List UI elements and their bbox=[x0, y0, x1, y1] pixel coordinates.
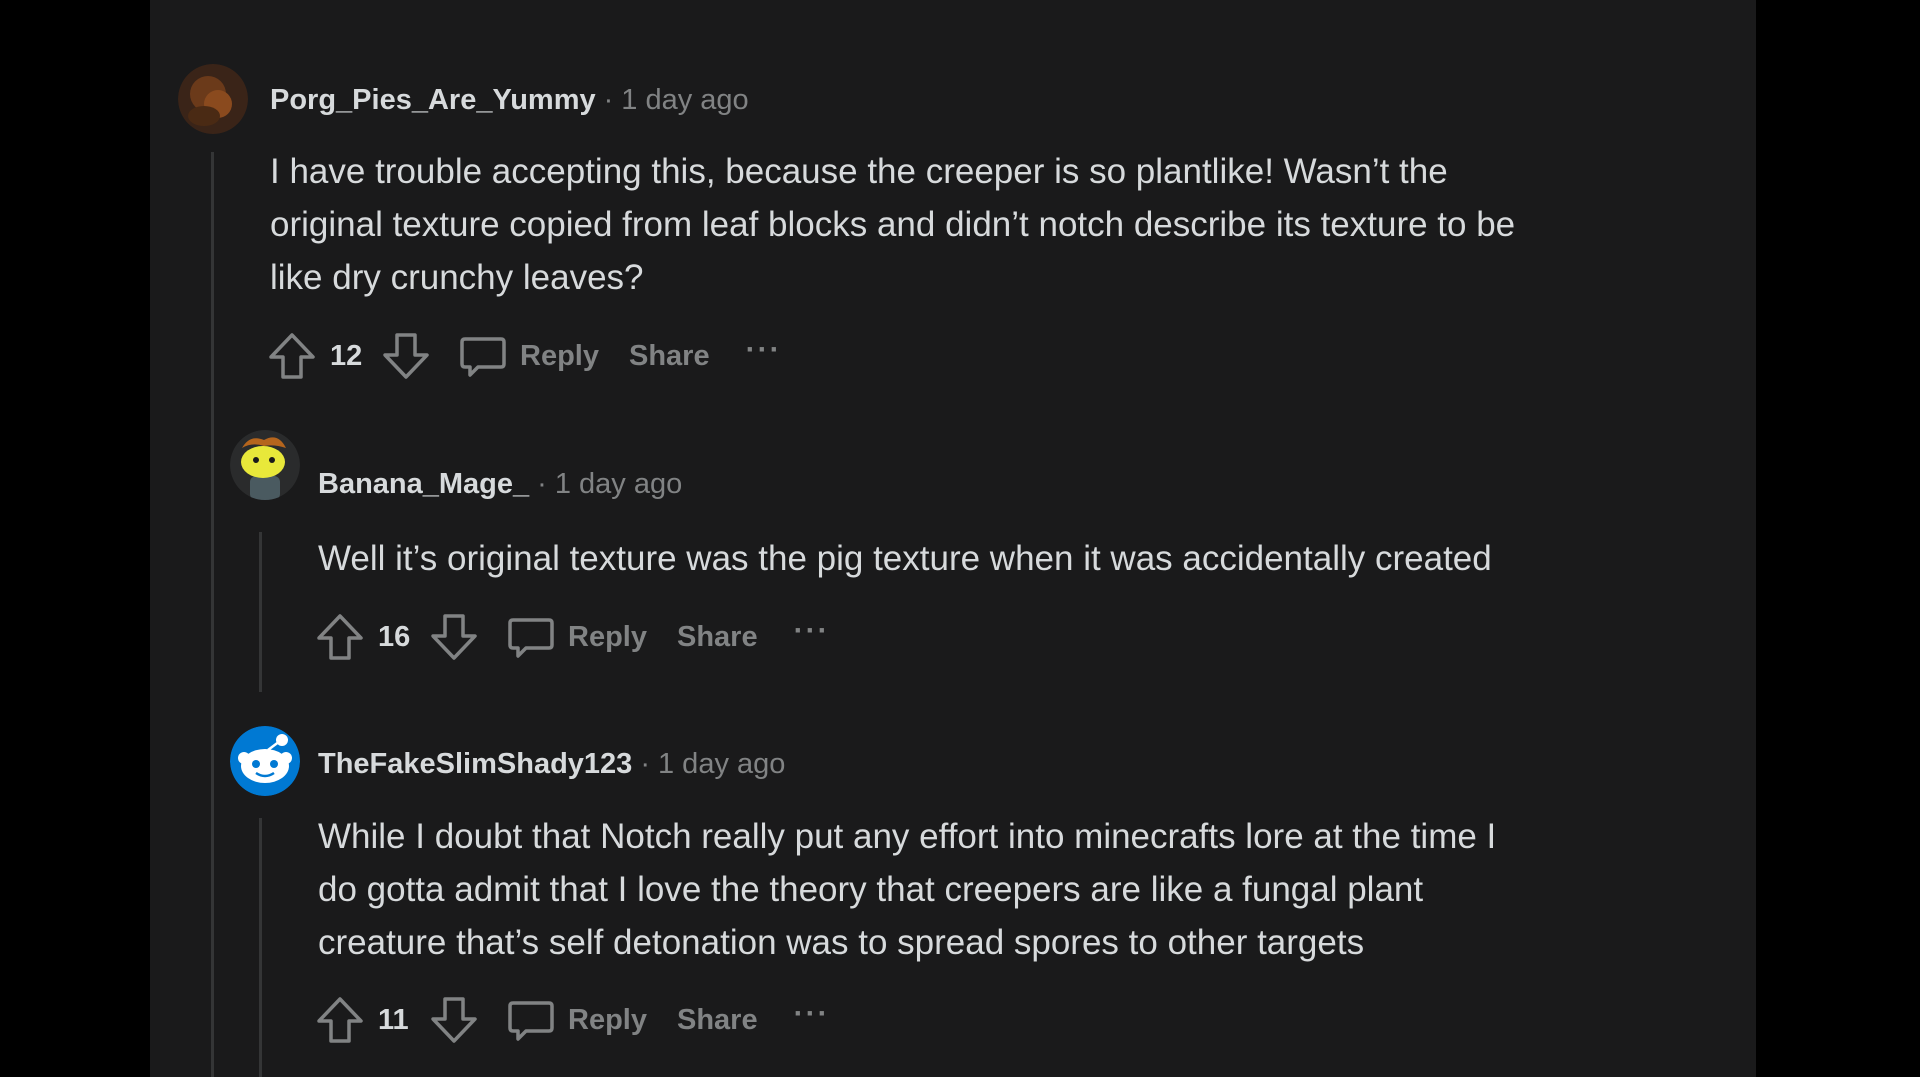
thread-line[interactable] bbox=[259, 818, 262, 1077]
comments-panel: Porg_Pies_Are_Yummy · 1 day ago I have tro… bbox=[150, 0, 1756, 1077]
avatar[interactable] bbox=[230, 726, 300, 796]
comment-slimshady: TheFakeSlimShady123 · 1 day ago While I do… bbox=[150, 0, 1756, 1077]
timestamp[interactable]: 1 day ago bbox=[658, 748, 785, 780]
body-line: While I doubt that Notch really put any … bbox=[318, 817, 1497, 856]
downvote-icon[interactable] bbox=[428, 994, 480, 1046]
username[interactable]: TheFakeSlimShady123 bbox=[318, 748, 632, 780]
comment-header: TheFakeSlimShady123 · 1 day ago bbox=[318, 748, 785, 781]
more-icon[interactable]: ··· bbox=[794, 997, 830, 1031]
body-line: creature that’s self detonation was to s… bbox=[318, 923, 1365, 962]
reply-label: Reply bbox=[568, 1003, 647, 1036]
separator: · bbox=[640, 748, 650, 780]
body-line: do gotta admit that I love the theory th… bbox=[318, 870, 1424, 909]
comment-body: While I doubt that Notch really put any … bbox=[318, 810, 1738, 969]
comment-icon bbox=[506, 995, 556, 1045]
comment-actions: 11 Reply Share ··· bbox=[314, 994, 830, 1046]
share-button[interactable]: Share bbox=[677, 1004, 758, 1037]
vote-count: 11 bbox=[378, 1003, 409, 1036]
reply-button[interactable]: Reply bbox=[506, 995, 647, 1045]
upvote-icon[interactable] bbox=[314, 994, 366, 1046]
